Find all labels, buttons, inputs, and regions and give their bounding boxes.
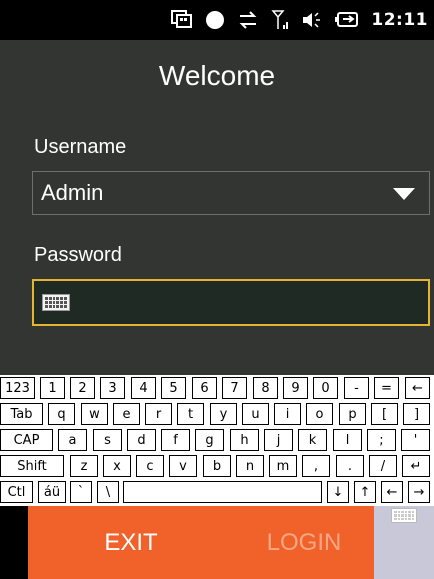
key[interactable]: 2	[70, 377, 95, 399]
key[interactable]: 6	[192, 377, 217, 399]
key[interactable]: c	[136, 455, 164, 477]
key[interactable]: v	[169, 455, 197, 477]
key[interactable]: i	[274, 403, 301, 425]
key[interactable]: ;	[367, 429, 396, 451]
key-ctl[interactable]: Ctl	[0, 481, 33, 503]
key[interactable]: .	[336, 455, 364, 477]
key[interactable]: e	[113, 403, 140, 425]
key[interactable]: 0	[313, 377, 338, 399]
key[interactable]: d	[127, 429, 156, 451]
key[interactable]: l	[333, 429, 362, 451]
keyboard-row-4: Shift z x c v b n m , . / ↵	[0, 453, 434, 479]
key[interactable]: [	[371, 403, 398, 425]
password-label: Password	[34, 244, 122, 266]
exit-button[interactable]: EXIT	[28, 506, 234, 579]
key[interactable]: 1	[40, 377, 65, 399]
key[interactable]: k	[298, 429, 327, 451]
signal-icon	[271, 9, 289, 31]
keyboard-row-1: 123 1 2 3 4 5 6 7 8 9 0 - = ←	[0, 375, 434, 401]
key[interactable]: u	[242, 403, 269, 425]
page-title: Welcome	[158, 60, 276, 91]
key[interactable]: 9	[283, 377, 308, 399]
backspace-key[interactable]: ←	[405, 377, 430, 399]
key-123[interactable]: 123	[0, 377, 35, 399]
key[interactable]: 3	[100, 377, 125, 399]
key[interactable]: t	[177, 403, 204, 425]
key[interactable]: b	[203, 455, 231, 477]
spacebar[interactable]	[123, 481, 322, 503]
key[interactable]: '	[401, 429, 430, 451]
key[interactable]: =	[374, 377, 399, 399]
arrow-up-key[interactable]: ↑	[354, 481, 376, 503]
battery-icon[interactable]	[335, 11, 359, 29]
key[interactable]: z	[70, 455, 98, 477]
key[interactable]: m	[269, 455, 297, 477]
keyboard-icon	[42, 294, 70, 311]
key[interactable]: ,	[302, 455, 330, 477]
keyboard-row-5: Ctl áü ` \ ↓ ↑ ← →	[0, 479, 434, 505]
softkey-bar: EXIT LOGIN	[0, 506, 434, 579]
key[interactable]: /	[369, 455, 397, 477]
arrow-left-key[interactable]: ←	[381, 481, 403, 503]
key-shift[interactable]: Shift	[0, 455, 64, 477]
password-field[interactable]	[32, 279, 430, 326]
key[interactable]: w	[81, 403, 108, 425]
key[interactable]: s	[93, 429, 122, 451]
enter-key[interactable]: ↵	[402, 455, 430, 477]
key[interactable]: 8	[253, 377, 278, 399]
username-label: Username	[34, 136, 127, 158]
key[interactable]: `	[70, 481, 92, 503]
login-screen: Welcome Username Admin Password	[0, 40, 434, 375]
status-bar: 12:11	[0, 0, 434, 40]
keyboard-row-2: Tab q w e r t y u i o p [ ]	[0, 401, 434, 427]
key[interactable]: j	[264, 429, 293, 451]
key-intl[interactable]: áü	[38, 481, 66, 503]
key[interactable]: r	[145, 403, 172, 425]
key[interactable]: q	[48, 403, 75, 425]
input-panel-toggle[interactable]	[374, 506, 434, 579]
key[interactable]: 4	[131, 377, 156, 399]
key[interactable]: o	[306, 403, 333, 425]
key[interactable]: p	[339, 403, 366, 425]
key[interactable]: \	[97, 481, 119, 503]
key[interactable]: a	[58, 429, 87, 451]
key[interactable]: -	[344, 377, 369, 399]
key[interactable]: y	[210, 403, 237, 425]
key[interactable]: 5	[161, 377, 186, 399]
arrow-down-key[interactable]: ↓	[327, 481, 349, 503]
key[interactable]: x	[103, 455, 131, 477]
sync-arrows-icon	[237, 10, 259, 30]
login-button[interactable]: LOGIN	[234, 506, 374, 579]
key[interactable]: f	[161, 429, 190, 451]
username-value: Admin	[41, 180, 104, 205]
key[interactable]: n	[236, 455, 264, 477]
key[interactable]: h	[230, 429, 259, 451]
chevron-down-icon	[393, 188, 415, 200]
volume-icon[interactable]	[301, 10, 323, 30]
username-dropdown[interactable]: Admin	[32, 171, 430, 215]
clock[interactable]: 12:11	[371, 10, 428, 30]
status-dot-icon	[205, 10, 225, 30]
key-caps[interactable]: CAP	[0, 429, 53, 451]
key[interactable]: ]	[403, 403, 430, 425]
key[interactable]: g	[195, 429, 224, 451]
keyboard-icon	[391, 508, 417, 523]
key[interactable]: 7	[222, 377, 247, 399]
arrow-right-key[interactable]: →	[408, 481, 430, 503]
keyboard-row-3: CAP a s d f g h j k l ; '	[0, 427, 434, 453]
soft-keyboard: 123 1 2 3 4 5 6 7 8 9 0 - = ← Tab q w e …	[0, 375, 434, 506]
key-tab[interactable]: Tab	[0, 403, 43, 425]
windows-icon[interactable]	[171, 10, 193, 30]
